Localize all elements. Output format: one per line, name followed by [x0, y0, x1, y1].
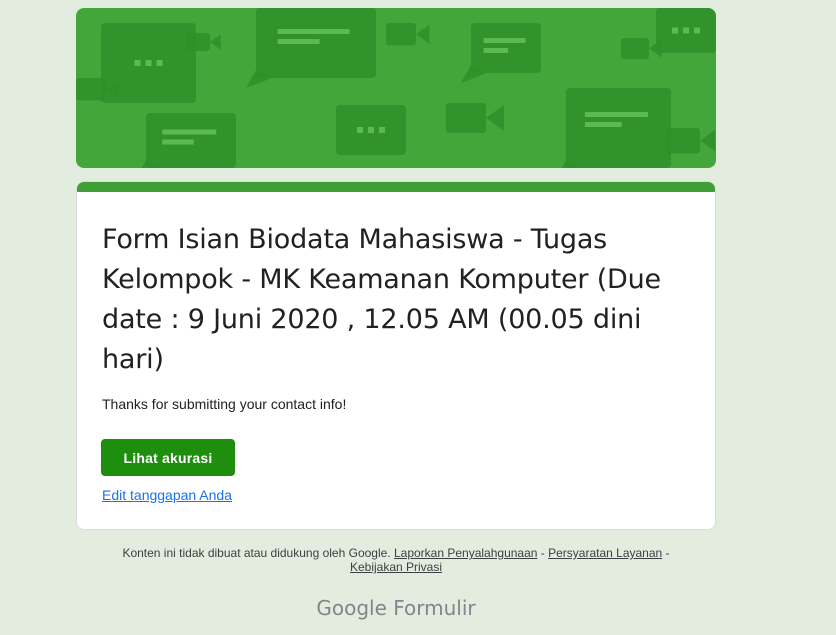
chat-dot [379, 127, 385, 133]
header-banner [76, 8, 716, 168]
chat-bubble-line [483, 48, 509, 53]
chat-bubble-line [584, 122, 622, 127]
video-camera-lens [700, 129, 716, 152]
brand-google: Google [316, 596, 387, 620]
chat-dot [357, 127, 363, 133]
edit-response-link[interactable]: Edit tanggapan Anda [102, 487, 232, 503]
view-accuracy-button[interactable]: Lihat akurasi [101, 439, 235, 476]
chat-dot [683, 27, 689, 34]
video-camera-lens [486, 105, 504, 131]
chat-bubble-line [277, 39, 320, 44]
terms-link[interactable]: Persyaratan Layanan [548, 546, 662, 560]
brand-product: Formulir [393, 596, 476, 620]
footer-disclaimer: Konten ini tidak dibuat atau didukung ol… [96, 546, 696, 574]
chat-bubble-line [162, 139, 194, 145]
chat-dot [672, 27, 678, 34]
video-camera-lens [210, 34, 221, 50]
chat-dot [156, 60, 163, 66]
chat-bubble-line [162, 129, 217, 135]
video-camera-icon [446, 103, 486, 133]
card-accent-bar [77, 182, 715, 192]
chat-dot [134, 60, 141, 66]
video-camera-icon [186, 33, 210, 51]
footer-separator: - [662, 546, 670, 560]
report-abuse-link[interactable]: Laporkan Penyalahgunaan [394, 546, 537, 560]
google-forms-logo[interactable]: Google Formulir [0, 596, 792, 620]
banner-pattern [76, 8, 716, 168]
video-camera-lens [416, 24, 430, 44]
chat-bubble-line [483, 38, 526, 43]
confirmation-message: Thanks for submitting your contact info! [102, 396, 347, 412]
chat-dot [694, 27, 700, 34]
chat-dot [145, 60, 152, 66]
chat-bubble-line [584, 112, 648, 117]
footer-separator: - [537, 546, 549, 560]
video-camera-icon [666, 128, 700, 154]
video-camera-icon [76, 78, 106, 101]
video-camera-icon [386, 23, 416, 46]
chat-dot [368, 127, 374, 133]
chat-bubble-line [277, 29, 350, 34]
privacy-link[interactable]: Kebijakan Privasi [350, 560, 442, 574]
chat-bubble-icon [566, 88, 671, 168]
form-card: Form Isian Biodata Mahasiswa - Tugas Kel… [76, 181, 716, 530]
disclaimer-text: Konten ini tidak dibuat atau didukung ol… [122, 546, 391, 560]
video-camera-icon [621, 38, 649, 59]
form-title: Form Isian Biodata Mahasiswa - Tugas Kel… [102, 224, 661, 375]
